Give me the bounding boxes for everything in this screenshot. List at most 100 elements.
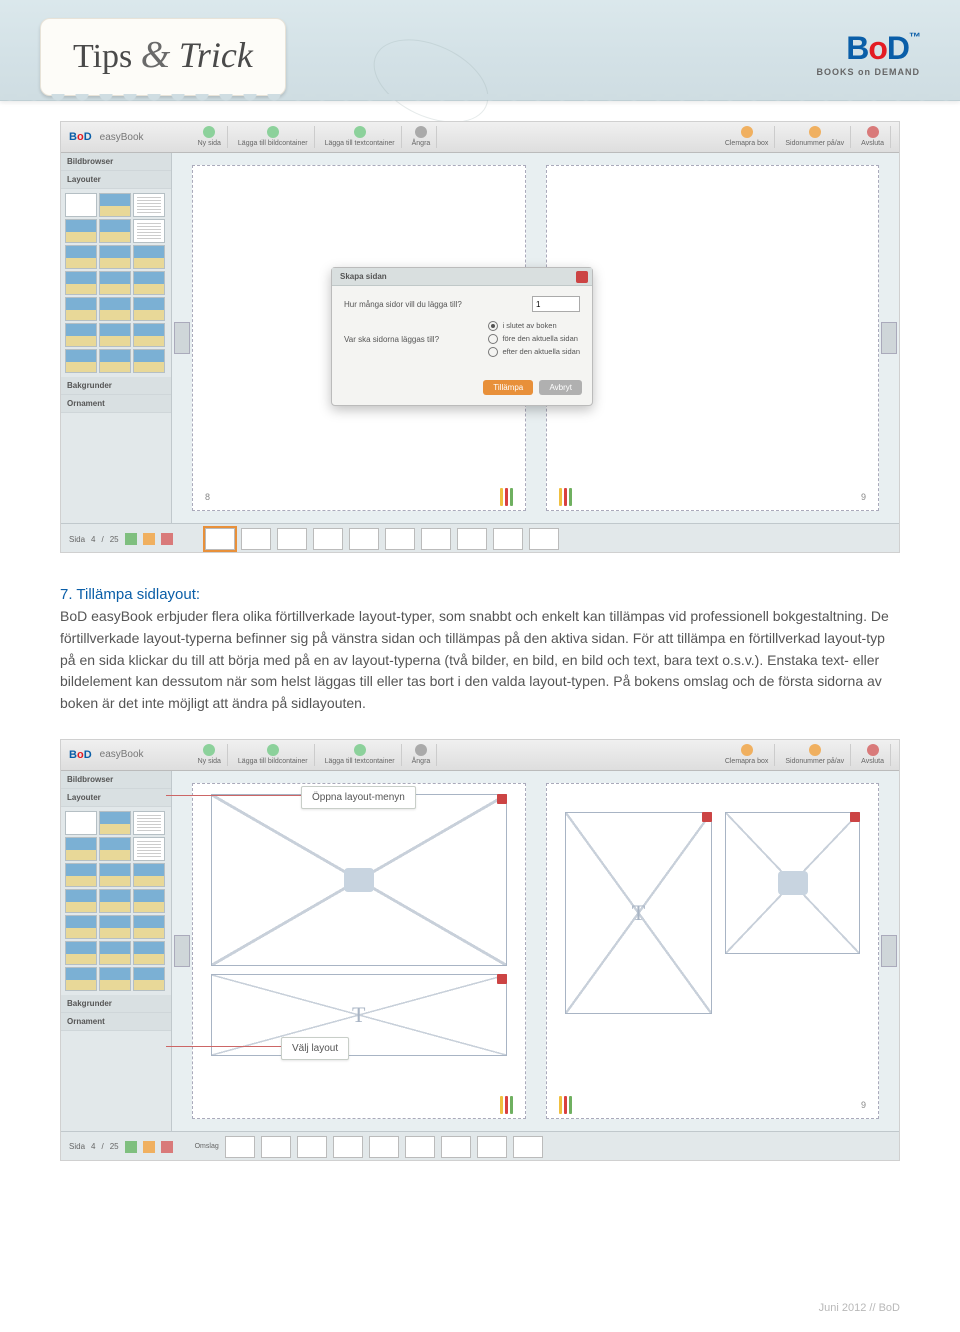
cancel-button[interactable]: Avbryt	[539, 380, 582, 395]
layout-thumb[interactable]	[99, 349, 131, 373]
toolbar-quit[interactable]: Avsluta	[855, 744, 891, 766]
layout-thumb[interactable]	[99, 915, 131, 939]
filmstrip-thumb[interactable]	[385, 528, 415, 550]
right-page[interactable]: 9	[546, 165, 880, 511]
filmstrip-thumb[interactable]	[313, 528, 343, 550]
toolbar-add-text[interactable]: Lägga till textcontainer	[319, 744, 402, 766]
layout-thumb[interactable]	[65, 323, 97, 347]
layout-thumb[interactable]	[133, 349, 165, 373]
close-icon[interactable]	[702, 812, 712, 822]
filmstrip-thumb[interactable]	[297, 1136, 327, 1158]
layout-thumb[interactable]	[133, 889, 165, 913]
filmstrip-thumb[interactable]	[529, 528, 559, 550]
layout-thumb[interactable]	[65, 915, 97, 939]
layout-thumb[interactable]	[133, 245, 165, 269]
sb-layouts[interactable]: Layouter	[61, 789, 171, 807]
toolbar-box[interactable]: Clemapra box	[719, 126, 776, 148]
layout-thumb[interactable]	[65, 889, 97, 913]
toolbar-quit[interactable]: Avsluta	[855, 126, 891, 148]
layout-thumb[interactable]	[65, 941, 97, 965]
layout-thumb[interactable]	[99, 941, 131, 965]
right-page[interactable]: T 9	[546, 783, 880, 1119]
layout-thumb[interactable]	[99, 193, 131, 217]
toolbar-newpage[interactable]: Ny sida	[192, 744, 228, 766]
layout-thumb[interactable]	[65, 271, 97, 295]
text-placeholder[interactable]: T	[211, 974, 507, 1056]
filmstrip-thumb[interactable]	[405, 1136, 435, 1158]
filmstrip-thumb[interactable]	[493, 528, 523, 550]
filmstrip-thumb[interactable]	[241, 528, 271, 550]
layout-thumb[interactable]	[99, 837, 131, 861]
filmstrip-thumb[interactable]	[477, 1136, 507, 1158]
filmstrip-thumb[interactable]	[421, 528, 451, 550]
layout-thumb[interactable]	[65, 967, 97, 991]
close-icon[interactable]	[576, 271, 588, 283]
radio-option-before[interactable]: före den aktuella sidan	[488, 333, 580, 346]
toolbar-add-text[interactable]: Lägga till textcontainer	[319, 126, 402, 148]
layout-thumb[interactable]	[99, 811, 131, 835]
toolbar-newpage[interactable]: Ny sida	[192, 126, 228, 148]
sb-imagebrowser[interactable]: Bildbrowser	[61, 153, 171, 171]
left-page[interactable]: T	[192, 783, 526, 1119]
toolbar-box[interactable]: Clemapra box	[719, 744, 776, 766]
next-page-arrow[interactable]	[881, 322, 897, 354]
next-page-arrow[interactable]	[881, 935, 897, 967]
toolbar-undo[interactable]: Ångra	[406, 744, 438, 766]
layout-thumb[interactable]	[65, 245, 97, 269]
layout-thumb[interactable]	[99, 323, 131, 347]
toolbar-add-image[interactable]: Lägga till bildcontainer	[232, 744, 315, 766]
layout-thumb[interactable]	[65, 349, 97, 373]
text-placeholder[interactable]: T	[565, 812, 713, 1014]
layout-thumb[interactable]	[65, 837, 97, 861]
close-icon[interactable]	[497, 974, 507, 984]
layout-thumb[interactable]	[65, 297, 97, 321]
layout-thumb[interactable]	[133, 193, 165, 217]
sb-ornaments[interactable]: Ornament	[61, 395, 171, 413]
layout-thumb[interactable]	[99, 271, 131, 295]
filmstrip-thumb[interactable]	[457, 528, 487, 550]
layout-thumb[interactable]	[133, 941, 165, 965]
layout-thumb[interactable]	[133, 915, 165, 939]
layout-thumb[interactable]	[65, 863, 97, 887]
filmstrip-thumb[interactable]	[205, 528, 235, 550]
layout-thumb[interactable]	[133, 323, 165, 347]
sb-ornaments[interactable]: Ornament	[61, 1013, 171, 1031]
layout-thumb[interactable]	[133, 863, 165, 887]
sb-backgrounds[interactable]: Bakgrunder	[61, 377, 171, 395]
page-count-input[interactable]	[532, 296, 580, 312]
filmstrip-thumb[interactable]	[225, 1136, 255, 1158]
layout-thumb[interactable]	[65, 193, 97, 217]
image-placeholder[interactable]	[725, 812, 860, 954]
toolbar-add-image[interactable]: Lägga till bildcontainer	[232, 126, 315, 148]
filmstrip-thumb[interactable]	[349, 528, 379, 550]
close-icon[interactable]	[497, 794, 507, 804]
sb-backgrounds[interactable]: Bakgrunder	[61, 995, 171, 1013]
layout-thumb[interactable]	[99, 297, 131, 321]
radio-option-after[interactable]: efter den aktuella sidan	[488, 346, 580, 359]
filmstrip-thumb[interactable]	[369, 1136, 399, 1158]
apply-button[interactable]: Tillämpa	[483, 380, 533, 395]
layout-thumb[interactable]	[99, 967, 131, 991]
layout-thumb[interactable]	[65, 219, 97, 243]
layout-thumb[interactable]	[133, 967, 165, 991]
layout-thumb[interactable]	[133, 271, 165, 295]
toolbar-pagenum[interactable]: Sidonummer på/av	[779, 744, 851, 766]
layout-thumb[interactable]	[133, 297, 165, 321]
image-placeholder[interactable]	[211, 794, 507, 966]
prev-page-arrow[interactable]	[174, 322, 190, 354]
filmstrip-thumb[interactable]	[333, 1136, 363, 1158]
filmstrip-thumb[interactable]	[261, 1136, 291, 1158]
prev-page-arrow[interactable]	[174, 935, 190, 967]
filmstrip-thumb[interactable]	[277, 528, 307, 550]
layout-thumb[interactable]	[99, 863, 131, 887]
layout-thumb[interactable]	[99, 889, 131, 913]
toolbar-undo[interactable]: Ångra	[406, 126, 438, 148]
sb-layouts[interactable]: Layouter	[61, 171, 171, 189]
toolbar-pagenum[interactable]: Sidonummer på/av	[779, 126, 851, 148]
sb-imagebrowser[interactable]: Bildbrowser	[61, 771, 171, 789]
layout-thumb[interactable]	[133, 219, 165, 243]
layout-thumb[interactable]	[65, 811, 97, 835]
layout-thumb[interactable]	[133, 811, 165, 835]
layout-thumb[interactable]	[99, 219, 131, 243]
close-icon[interactable]	[850, 812, 860, 822]
